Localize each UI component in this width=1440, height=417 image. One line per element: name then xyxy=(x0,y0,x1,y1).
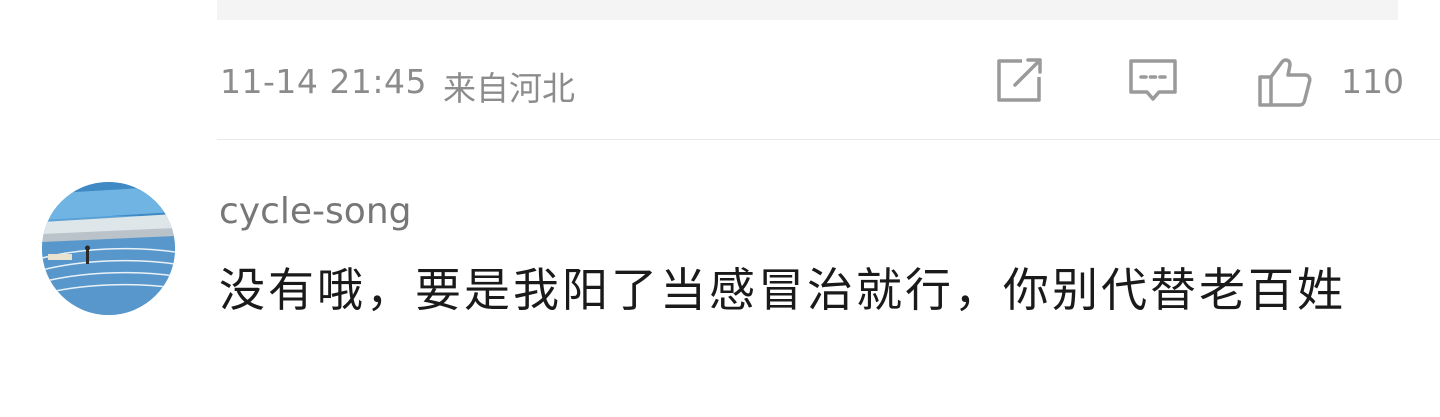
like-count: 110 xyxy=(1341,62,1404,101)
comment-feed: 11-14 21:45 来自河北 110 cycle-song 没有哦，要是我阳… xyxy=(0,0,1440,417)
reply-button[interactable] xyxy=(1127,56,1179,106)
share-icon xyxy=(997,58,1042,102)
like-button[interactable] xyxy=(1257,56,1313,108)
avatar[interactable] xyxy=(42,182,175,315)
comment-meta-row: 11-14 21:45 来自河北 110 xyxy=(217,50,1404,110)
thumbs-up-icon xyxy=(1258,58,1312,107)
username[interactable]: cycle-song xyxy=(219,191,411,232)
comment-timestamp: 11-14 21:45 xyxy=(220,62,427,101)
comment-location: 来自河北 xyxy=(443,69,575,108)
share-button[interactable] xyxy=(995,56,1045,104)
quoted-content-box xyxy=(217,0,1398,20)
stadium-avatar-image xyxy=(42,182,175,315)
comment-text: 没有哦，要是我阳了当感冒治就行，你别代替老百姓 xyxy=(219,263,1346,317)
comment-icon xyxy=(1129,59,1177,101)
comment-divider xyxy=(217,139,1440,140)
